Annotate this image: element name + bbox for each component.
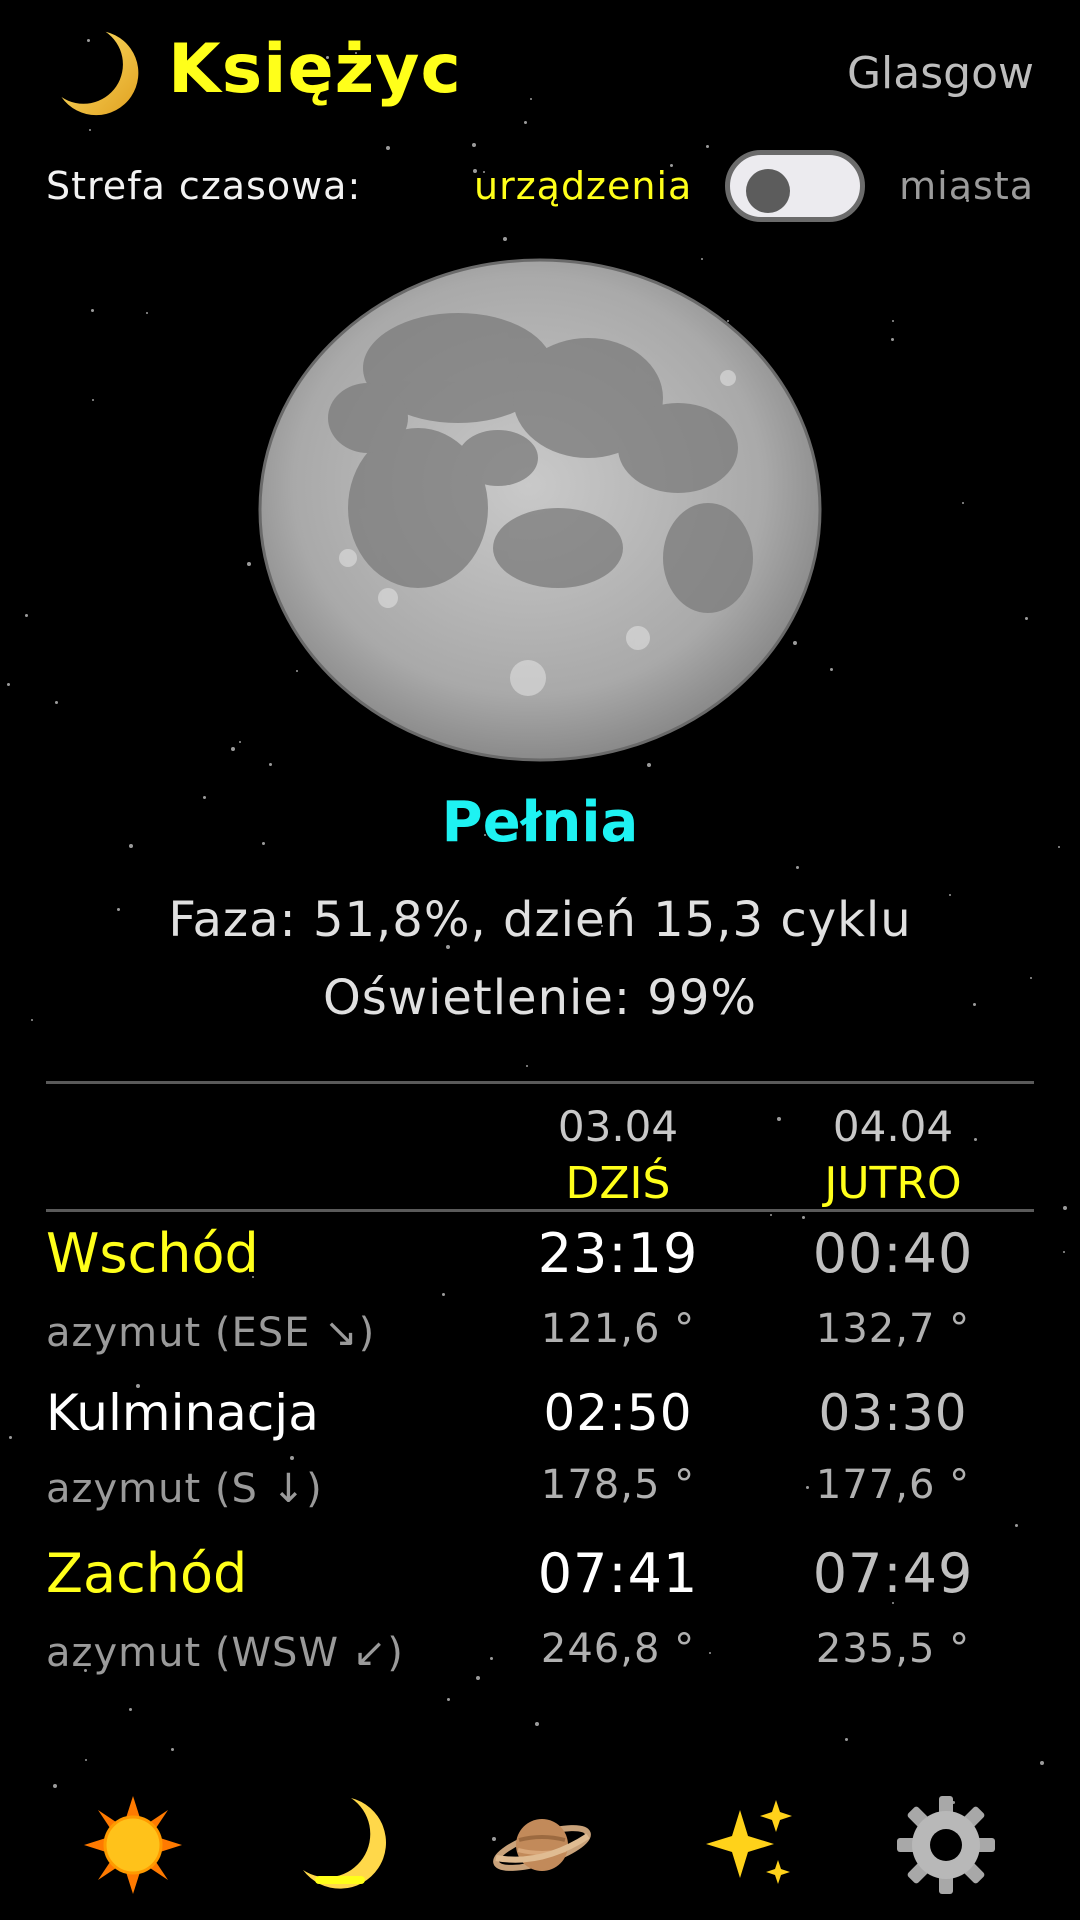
phase-name: Pełnia <box>441 790 639 855</box>
sparkles-icon[interactable] <box>692 1790 802 1900</box>
star <box>55 701 58 704</box>
star <box>845 1738 848 1741</box>
star <box>472 143 476 147</box>
star <box>706 145 709 148</box>
star <box>171 1748 174 1751</box>
set-azimuth-tomorrow: 235,5 ° <box>815 1626 971 1672</box>
moon-screen: Księżyc Glasgow Strefa czasowa: urządzen… <box>0 0 1080 1920</box>
star <box>892 320 894 322</box>
star <box>239 741 241 743</box>
star <box>1040 1761 1044 1765</box>
star <box>25 614 28 617</box>
set-time-tomorrow: 07:49 <box>812 1542 974 1605</box>
culmination-azimuth-today: 178,5 ° <box>540 1462 696 1508</box>
culmination-time-tomorrow: 03:30 <box>818 1384 968 1442</box>
star <box>442 1293 445 1296</box>
set-time-today: 07:41 <box>537 1542 699 1605</box>
set-azimuth-label: azymut (WSW ↙) <box>46 1630 404 1676</box>
toggle-knob <box>746 169 790 213</box>
timezone-device-option[interactable]: urządzenia <box>474 164 692 208</box>
day-today: DZIŚ <box>565 1158 671 1209</box>
star <box>796 866 799 869</box>
star <box>770 1214 772 1216</box>
culmination-label: Kulminacja <box>46 1384 319 1442</box>
rise-time-tomorrow: 00:40 <box>812 1222 974 1285</box>
star <box>9 1436 12 1439</box>
star <box>129 1708 132 1711</box>
planet-icon[interactable] <box>487 1790 597 1900</box>
sun-icon[interactable] <box>78 1790 188 1900</box>
star <box>526 1065 528 1067</box>
day-tomorrow: JUTRO <box>824 1158 962 1209</box>
star <box>535 1722 539 1726</box>
star <box>92 399 94 401</box>
star <box>91 309 94 312</box>
star <box>146 312 148 314</box>
rise-azimuth-today: 121,6 ° <box>540 1306 696 1352</box>
star <box>1063 1206 1067 1210</box>
star <box>290 1456 294 1460</box>
star <box>647 763 651 767</box>
rise-label: Wschód <box>46 1222 259 1285</box>
rise-time-today: 23:19 <box>537 1222 699 1285</box>
culmination-azimuth-label: azymut (S ↓) <box>46 1466 323 1512</box>
date-today: 03.04 <box>557 1102 679 1151</box>
timezone-label: Strefa czasowa: <box>46 164 362 208</box>
star <box>85 1759 87 1761</box>
city-name[interactable]: Glasgow <box>847 48 1034 99</box>
star <box>530 98 532 100</box>
set-azimuth-today: 246,8 ° <box>540 1626 696 1672</box>
illumination: Oświetlenie: 99% <box>322 970 757 1026</box>
star <box>476 1676 480 1680</box>
gear-icon[interactable] <box>891 1790 1001 1900</box>
nav-active-indicator <box>315 1876 365 1884</box>
star <box>447 1698 450 1701</box>
culmination-time-today: 02:50 <box>543 1384 693 1442</box>
star <box>891 338 894 341</box>
star <box>386 146 390 150</box>
culmination-azimuth-tomorrow: 177,6 ° <box>815 1462 971 1508</box>
star <box>830 668 833 671</box>
rise-azimuth-tomorrow: 132,7 ° <box>815 1306 971 1352</box>
page-title: Księżyc <box>168 30 462 109</box>
timezone-city-option[interactable]: miasta <box>899 164 1034 208</box>
crescent-moon-icon <box>61 31 139 116</box>
phase-info: Faza: 51,8%, dzień 15,3 cyklu <box>168 892 912 948</box>
star <box>1015 1524 1018 1527</box>
star <box>962 502 964 504</box>
star <box>7 683 10 686</box>
divider-header <box>46 1209 1034 1212</box>
star <box>89 129 91 131</box>
star <box>802 1216 805 1219</box>
timezone-toggle[interactable] <box>725 150 865 222</box>
star <box>53 1784 57 1788</box>
divider-top <box>46 1081 1034 1084</box>
star <box>503 237 507 241</box>
star <box>524 121 527 124</box>
date-tomorrow: 04.04 <box>832 1102 954 1151</box>
star <box>1063 1251 1065 1253</box>
star <box>269 763 272 766</box>
star <box>231 747 235 751</box>
star <box>247 562 251 566</box>
full-moon-image <box>258 258 822 762</box>
star <box>1025 617 1028 620</box>
set-label: Zachód <box>46 1542 248 1605</box>
rise-azimuth-label: azymut (ESE ↘) <box>46 1310 376 1356</box>
